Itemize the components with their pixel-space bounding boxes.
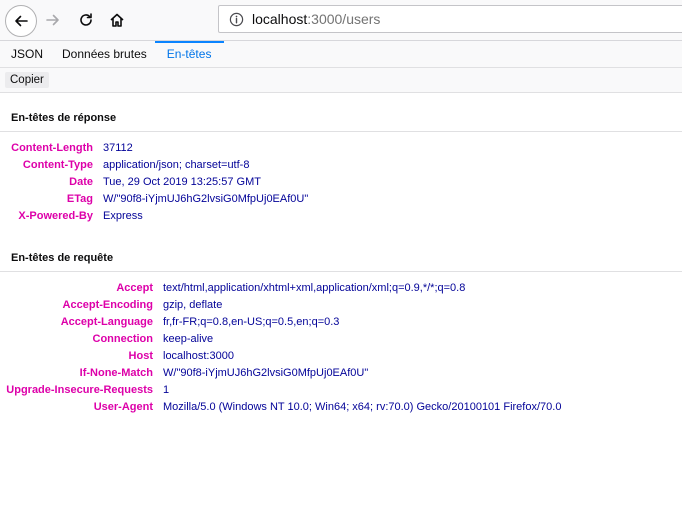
header-value: 37112 [103, 142, 133, 154]
request-headers-list: Accept text/html,application/xhtml+xml,ap… [0, 280, 682, 416]
url-bar[interactable]: localhost:3000/users [218, 5, 682, 33]
header-name: Connection [92, 333, 154, 345]
url-text[interactable]: localhost:3000/users [252, 11, 380, 27]
header-row: ETag W/"90f8-iYjmUJ6hG2lvsiG0MfpUj0EAf0U" [0, 191, 682, 208]
back-button[interactable] [5, 5, 37, 37]
header-row: Connection keep-alive [0, 331, 682, 348]
header-row: X-Powered-By Express [0, 208, 682, 225]
header-row: Accept-Language fr,fr-FR;q=0.8,en-US;q=0.… [0, 314, 682, 331]
header-name: Accept [116, 282, 153, 294]
browser-toolbar: localhost:3000/users [0, 0, 682, 41]
header-value: fr,fr-FR;q=0.8,en-US;q=0.5,en;q=0.3 [163, 316, 340, 328]
request-headers-title: En-têtes de requête [0, 245, 682, 272]
viewer-tabs: JSON Données brutes En-têtes [0, 41, 682, 68]
header-row: Accept text/html,application/xhtml+xml,ap… [0, 280, 682, 297]
header-name: Date [69, 176, 93, 188]
header-name: Accept-Language [60, 316, 153, 328]
header-value: gzip, deflate [163, 299, 223, 311]
copy-button[interactable]: Copier [5, 72, 49, 88]
header-row: Content-Type application/json; charset=ut… [0, 157, 682, 174]
header-row: Date Tue, 29 Oct 2019 13:25:57 GMT [0, 174, 682, 191]
tab-headers[interactable]: En-têtes [154, 41, 225, 67]
info-icon[interactable] [228, 11, 244, 27]
header-value: Tue, 29 Oct 2019 13:25:57 GMT [103, 176, 261, 188]
header-name: If-None-Match [79, 367, 153, 379]
header-name: Host [128, 350, 153, 362]
header-value: Mozilla/5.0 (Windows NT 10.0; Win64; x64… [163, 401, 562, 413]
header-row: Accept-Encoding gzip, deflate [0, 297, 682, 314]
response-headers-title: En-têtes de réponse [0, 105, 682, 132]
forward-arrow-icon [46, 14, 59, 26]
header-name: X-Powered-By [18, 210, 93, 222]
back-arrow-icon [15, 15, 28, 27]
header-row: If-None-Match W/"90f8-iYjmUJ6hG2lvsiG0Mfp… [0, 365, 682, 382]
header-row: Content-Length 37112 [0, 140, 682, 157]
url-path: :3000/users [307, 11, 381, 27]
response-headers-section: En-têtes de réponse Content-Length 37112 … [0, 105, 682, 225]
header-value: keep-alive [163, 333, 214, 345]
home-button[interactable] [103, 6, 131, 34]
header-value: W/"90f8-iYjmUJ6hG2lvsiG0MfpUj0EAf0U" [103, 193, 309, 205]
header-row: Host localhost:3000 [0, 348, 682, 365]
reload-button[interactable] [72, 6, 100, 34]
header-name: ETag [66, 193, 93, 205]
request-headers-section: En-têtes de requête Accept text/html,appl… [0, 245, 682, 416]
response-headers-list: Content-Length 37112 Content-Type applicat… [0, 140, 682, 225]
action-bar: Copier [0, 68, 682, 93]
header-row: User-Agent Mozilla/5.0 (Windows NT 10.0; … [0, 399, 682, 416]
header-value: Express [103, 210, 143, 222]
header-row: Upgrade-Insecure-Requests 1 [0, 382, 682, 399]
tab-json[interactable]: JSON [0, 41, 54, 67]
header-value: 1 [163, 384, 170, 396]
header-value: localhost:3000 [163, 350, 234, 362]
url-host: localhost [252, 11, 308, 27]
tab-raw-data[interactable]: Données brutes [54, 41, 155, 67]
header-value: text/html,application/xhtml+xml,applicat… [163, 282, 466, 294]
home-icon [110, 13, 124, 27]
header-name: User-Agent [93, 401, 153, 413]
header-value: W/"90f8-iYjmUJ6hG2lvsiG0MfpUj0EAf0U" [163, 367, 369, 379]
header-value: application/json; charset=utf-8 [103, 159, 250, 171]
header-name: Upgrade-Insecure-Requests [6, 384, 153, 396]
reload-icon [80, 13, 92, 26]
header-name: Content-Type [22, 159, 93, 171]
header-name: Accept-Encoding [62, 299, 153, 311]
forward-button[interactable] [39, 6, 67, 34]
header-name: Content-Length [11, 142, 93, 154]
